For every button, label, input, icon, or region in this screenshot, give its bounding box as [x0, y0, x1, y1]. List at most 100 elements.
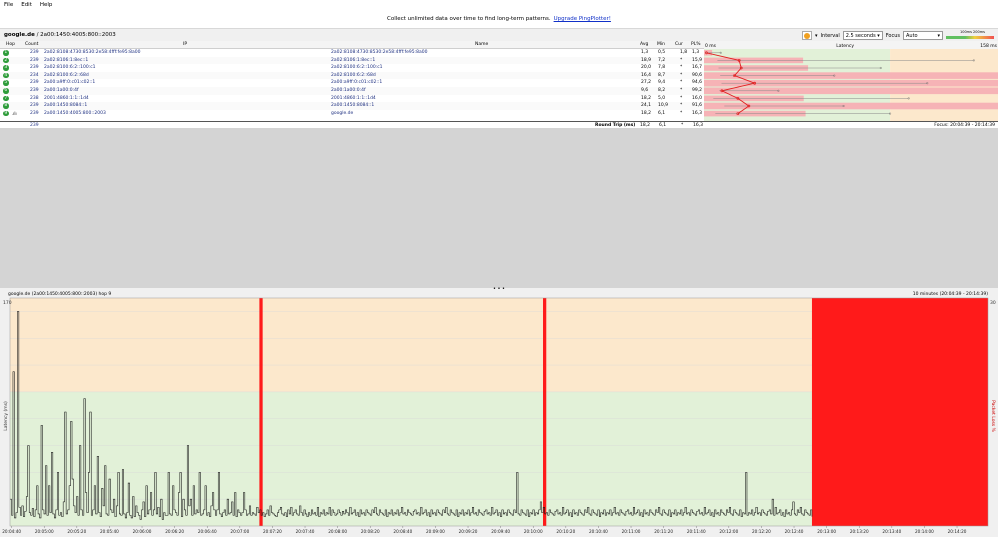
summary-avg: 18,2: [640, 122, 651, 128]
x-tick-label: 20:08:00: [328, 529, 347, 534]
hop-avg: 18,2: [641, 95, 652, 101]
x-tick-label: 20:14:20: [948, 529, 967, 534]
hop-name: 2a02:8108:4730:8530:2e58:4fff:fe95:8a00: [331, 50, 428, 55]
hop-cur: *: [680, 103, 683, 109]
col-ip[interactable]: IP: [183, 42, 187, 47]
packet-loss-event: [259, 298, 263, 526]
x-tick-label: 20:10:20: [556, 529, 575, 534]
hop-min: 10,9: [658, 103, 669, 109]
focus-value: Auto: [906, 32, 918, 39]
hop-pl: 16,0: [692, 95, 703, 101]
hop-name: 2001:4860:1:1::1d4: [331, 95, 376, 101]
hop-pl: 15,9: [692, 57, 703, 63]
pause-dropdown-icon[interactable]: ▾: [815, 33, 818, 39]
hop-ip: 2a00:1450:4005:800::2003: [44, 110, 106, 116]
col-avg[interactable]: Avg: [640, 42, 648, 47]
hop-min: 8,2: [658, 88, 666, 93]
hop-min: 6,1: [658, 110, 666, 116]
hop-min: 7,2: [658, 57, 666, 63]
pause-icon: [804, 32, 811, 39]
legend-low: 100ms: [960, 30, 972, 34]
hop-status-dot: 5: [3, 80, 9, 86]
hop-name: 2a00:1a00:0:4f: [331, 88, 366, 93]
upgrade-link[interactable]: Upgrade PingPlotter!: [554, 16, 611, 22]
x-tick-label: 20:11:40: [687, 529, 706, 534]
focus-select[interactable]: Auto ▾: [903, 31, 943, 40]
menu-file[interactable]: File: [0, 2, 17, 8]
col-name[interactable]: Name: [475, 42, 488, 47]
hop-status-dot: 2: [3, 57, 9, 64]
toolbar-controls: ▾ Interval 2.5 seconds ▾ Focus Auto ▾ 100m…: [802, 30, 994, 41]
menu-bar: File Edit Help: [0, 0, 998, 10]
upgrade-banner: Collect unlimited data over time to find…: [0, 10, 998, 28]
menu-edit[interactable]: Edit: [17, 2, 36, 8]
hop-count: 239: [30, 110, 39, 116]
latency-max-label: 158 ms: [980, 43, 997, 49]
hop-name: 2a02:8100:6:2::68d: [331, 72, 376, 78]
hop-cur: *: [680, 72, 683, 78]
packet-loss-event: [543, 298, 547, 526]
x-tick-label: 20:05:40: [100, 529, 119, 534]
hop-status-dot: 1: [3, 50, 9, 56]
interval-label: Interval: [820, 32, 840, 39]
latency-time-graph: 170 30 Latency (ms) Packet Loss % 20:04:40 20…: [2, 297, 996, 534]
hop-count: 239: [30, 57, 39, 63]
hop-ip: 2a02:8108:4730:8530:2e58:4fff:fe95:8a00: [44, 50, 141, 55]
packet-loss-region: [811, 298, 988, 526]
x-tick-label: 20:08:20: [361, 529, 380, 534]
pause-button[interactable]: [802, 31, 813, 40]
col-hop[interactable]: Hop: [6, 42, 15, 47]
x-tick-label: 20:09:20: [459, 529, 478, 534]
x-tick-label: 20:12:40: [785, 529, 804, 534]
y2-axis-label: Packet Loss %: [990, 400, 996, 432]
x-tick-label: 20:07:00: [230, 529, 249, 534]
x-tick-label: 20:05:20: [67, 529, 86, 534]
hop-min: 0,5: [658, 50, 666, 55]
legend-gradient: [946, 36, 994, 39]
hop-avg: 20,0: [641, 65, 652, 71]
hop-count: 238: [30, 95, 39, 101]
hop-min: 7,8: [658, 65, 666, 71]
banner-text: Collect unlimited data over time to find…: [387, 16, 551, 22]
interval-select[interactable]: 2.5 seconds ▾: [842, 31, 883, 40]
x-tick-label: 20:12:20: [752, 529, 771, 534]
y2-max-label: 30: [990, 300, 996, 306]
hop-count: 239: [30, 103, 39, 109]
latency-min-label: 0 ms: [705, 43, 717, 49]
col-pl[interactable]: PL%: [691, 42, 701, 47]
target-label: google.de / 2a00:1450:4005:800::2003: [4, 32, 116, 38]
hop-count: 239: [30, 80, 39, 86]
hop-pl: 91,6: [692, 103, 703, 109]
hop-status-dot: 8: [3, 103, 9, 109]
x-tick-label: 20:13:00: [817, 529, 836, 534]
hop-avg: 1,3: [641, 50, 649, 55]
latency-header-label: Latency: [836, 43, 854, 49]
x-tick-label: 20:07:40: [296, 529, 315, 534]
menu-help[interactable]: Help: [36, 2, 57, 8]
x-tick-label: 20:10:00: [524, 529, 543, 534]
hop-count: 239: [30, 65, 39, 71]
hop-ip: 2a00:1a00:0:4f: [44, 88, 79, 93]
col-count[interactable]: Count: [25, 42, 38, 47]
x-tick-label: 20:05:00: [35, 529, 54, 534]
hop-cur: *: [680, 57, 683, 63]
target-ip: / 2a00:1450:4005:800::2003: [36, 32, 116, 38]
hop-cur: *: [680, 110, 683, 116]
hop-count: 239: [30, 50, 39, 55]
summary-label: Round Trip (ms): [595, 122, 636, 128]
legend-labels: 100ms 200ms: [960, 30, 985, 34]
hop-status-dot: 4: [3, 72, 9, 79]
hop-avg: 18,2: [641, 110, 652, 116]
x-tick-label: 20:12:00: [719, 529, 738, 534]
col-cur[interactable]: Cur: [675, 42, 683, 47]
summary-focus: Focus: 20:04:39 - 20:14:39: [934, 122, 995, 128]
hop-min: 8,7: [658, 72, 666, 78]
hop-ip: 2a00:a9ff:0:c01:c02::1: [44, 80, 96, 86]
hop-marker-icon: .ılı: [12, 110, 17, 116]
col-min[interactable]: Min: [657, 42, 665, 47]
empty-area: [0, 128, 998, 288]
hop-count: 239: [30, 88, 39, 93]
x-tick-label: 20:09:00: [426, 529, 445, 534]
latency-legend: 100ms 200ms: [946, 30, 994, 40]
focus-label: Focus: [885, 32, 900, 39]
